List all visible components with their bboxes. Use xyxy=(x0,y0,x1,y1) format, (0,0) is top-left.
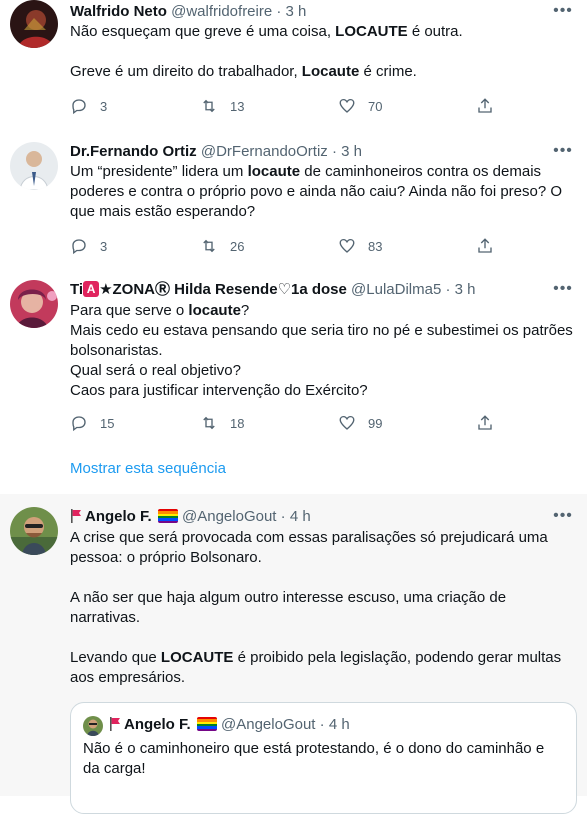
tweet-text: Para que serve o locaute? Mais cedo eu e… xyxy=(70,302,573,399)
separator: · xyxy=(280,508,286,525)
timestamp[interactable]: 3 h xyxy=(455,281,476,298)
flag-icon xyxy=(109,717,121,731)
badge-a-icon: A xyxy=(83,281,100,297)
reply-button[interactable]: 3 xyxy=(70,96,107,116)
quoted-header: Angelo F. @AngeloGout · 4 h xyxy=(109,715,350,735)
quoted-text: Não é o caminhoneiro que está protestand… xyxy=(83,740,545,777)
tweet-header: Ti A ★ZONAⓇ Hilda Resende♡1a dose @LulaDil… xyxy=(70,280,476,300)
avatar[interactable] xyxy=(10,507,58,555)
tweet-hilda[interactable]: Ti A ★ZONAⓇ Hilda Resende♡1a dose @LulaDil… xyxy=(0,268,587,495)
more-icon[interactable]: ••• xyxy=(553,281,573,302)
reply-icon xyxy=(72,239,86,255)
user-handle[interactable]: @walfridofreire xyxy=(171,3,272,20)
tweet-text: Não esqueçam que greve é uma coisa, LOCA… xyxy=(70,23,463,80)
quoted-user-handle: @AngeloGout xyxy=(221,716,316,733)
tweet-text: Um “presidente” lidera um locaute de cam… xyxy=(70,163,563,220)
like-icon xyxy=(339,238,355,253)
retweet-icon xyxy=(203,416,215,430)
display-name[interactable]: Walfrido Neto xyxy=(70,3,167,20)
tweet-fernando[interactable]: Dr.Fernando Ortiz @DrFernandoOrtiz · 3 h… xyxy=(0,128,587,269)
tweet-text: A crise que será provocada com essas par… xyxy=(70,529,562,686)
reply-button[interactable]: 15 xyxy=(70,413,114,433)
action-bar: 3 13 70 xyxy=(70,96,500,116)
tweet-walfrido[interactable]: Walfrido Neto @walfridofreire · 3 h ••• … xyxy=(0,0,587,129)
timestamp[interactable]: 3 h xyxy=(286,3,307,20)
action-bar: 3 26 83 xyxy=(70,236,500,256)
user-handle[interactable]: @DrFernandoOrtiz xyxy=(201,143,328,160)
rainbow-flag-icon xyxy=(196,717,217,731)
display-name[interactable]: Ti A ★ZONAⓇ Hilda Resende♡1a dose xyxy=(70,281,347,298)
flag-icon xyxy=(70,509,82,523)
user-handle[interactable]: @AngeloGout xyxy=(182,508,276,525)
share-button[interactable] xyxy=(476,413,494,433)
retweet-icon xyxy=(203,99,215,113)
like-icon xyxy=(339,98,355,113)
retweet-button[interactable]: 13 xyxy=(200,96,244,116)
action-bar: 15 18 99 xyxy=(70,413,500,433)
like-button[interactable]: 83 xyxy=(338,236,382,256)
avatar[interactable] xyxy=(10,0,58,48)
separator: · xyxy=(331,143,337,160)
show-thread-link[interactable]: Mostrar esta sequência xyxy=(70,460,226,477)
more-icon[interactable]: ••• xyxy=(553,3,573,24)
avatar[interactable] xyxy=(10,142,58,190)
quoted-display-name: Angelo F. xyxy=(124,716,191,733)
timestamp[interactable]: 4 h xyxy=(290,508,311,525)
timestamp[interactable]: 3 h xyxy=(341,143,362,160)
more-icon[interactable]: ••• xyxy=(553,143,573,164)
reply-button[interactable]: 3 xyxy=(70,236,107,256)
user-handle[interactable]: @LulaDilma5 xyxy=(351,281,441,298)
share-icon xyxy=(478,415,492,430)
tweet-header: Dr.Fernando Ortiz @DrFernandoOrtiz · 3 h xyxy=(70,142,362,162)
like-icon xyxy=(339,415,355,430)
rainbow-flag-icon xyxy=(157,509,178,523)
quoted-tweet[interactable]: Angelo F. @AngeloGout · 4 h Não é o cami… xyxy=(70,702,577,814)
separator: · xyxy=(319,716,325,733)
retweet-icon xyxy=(203,239,215,253)
display-name[interactable]: Angelo F. xyxy=(85,508,152,525)
reply-icon xyxy=(72,99,86,115)
quoted-avatar xyxy=(83,716,103,736)
tweet-angelo[interactable]: Angelo F. @AngeloGout · 4 h ••• A crise … xyxy=(0,494,587,814)
separator: · xyxy=(276,3,282,20)
share-button[interactable] xyxy=(476,96,494,116)
retweet-button[interactable]: 26 xyxy=(200,236,244,256)
more-icon[interactable]: ••• xyxy=(553,508,573,529)
retweet-button[interactable]: 18 xyxy=(200,413,244,433)
like-button[interactable]: 99 xyxy=(338,413,382,433)
display-name[interactable]: Dr.Fernando Ortiz xyxy=(70,143,197,160)
tweet-header: Walfrido Neto @walfridofreire · 3 h xyxy=(70,2,306,22)
share-icon xyxy=(478,238,492,253)
share-button[interactable] xyxy=(476,236,494,256)
like-button[interactable]: 70 xyxy=(338,96,382,116)
tweet-header: Angelo F. @AngeloGout · 4 h xyxy=(70,507,311,527)
separator: · xyxy=(445,281,451,298)
reply-icon xyxy=(72,416,86,432)
share-icon xyxy=(478,98,492,113)
avatar[interactable] xyxy=(10,280,58,328)
quoted-timestamp: 4 h xyxy=(328,716,350,733)
